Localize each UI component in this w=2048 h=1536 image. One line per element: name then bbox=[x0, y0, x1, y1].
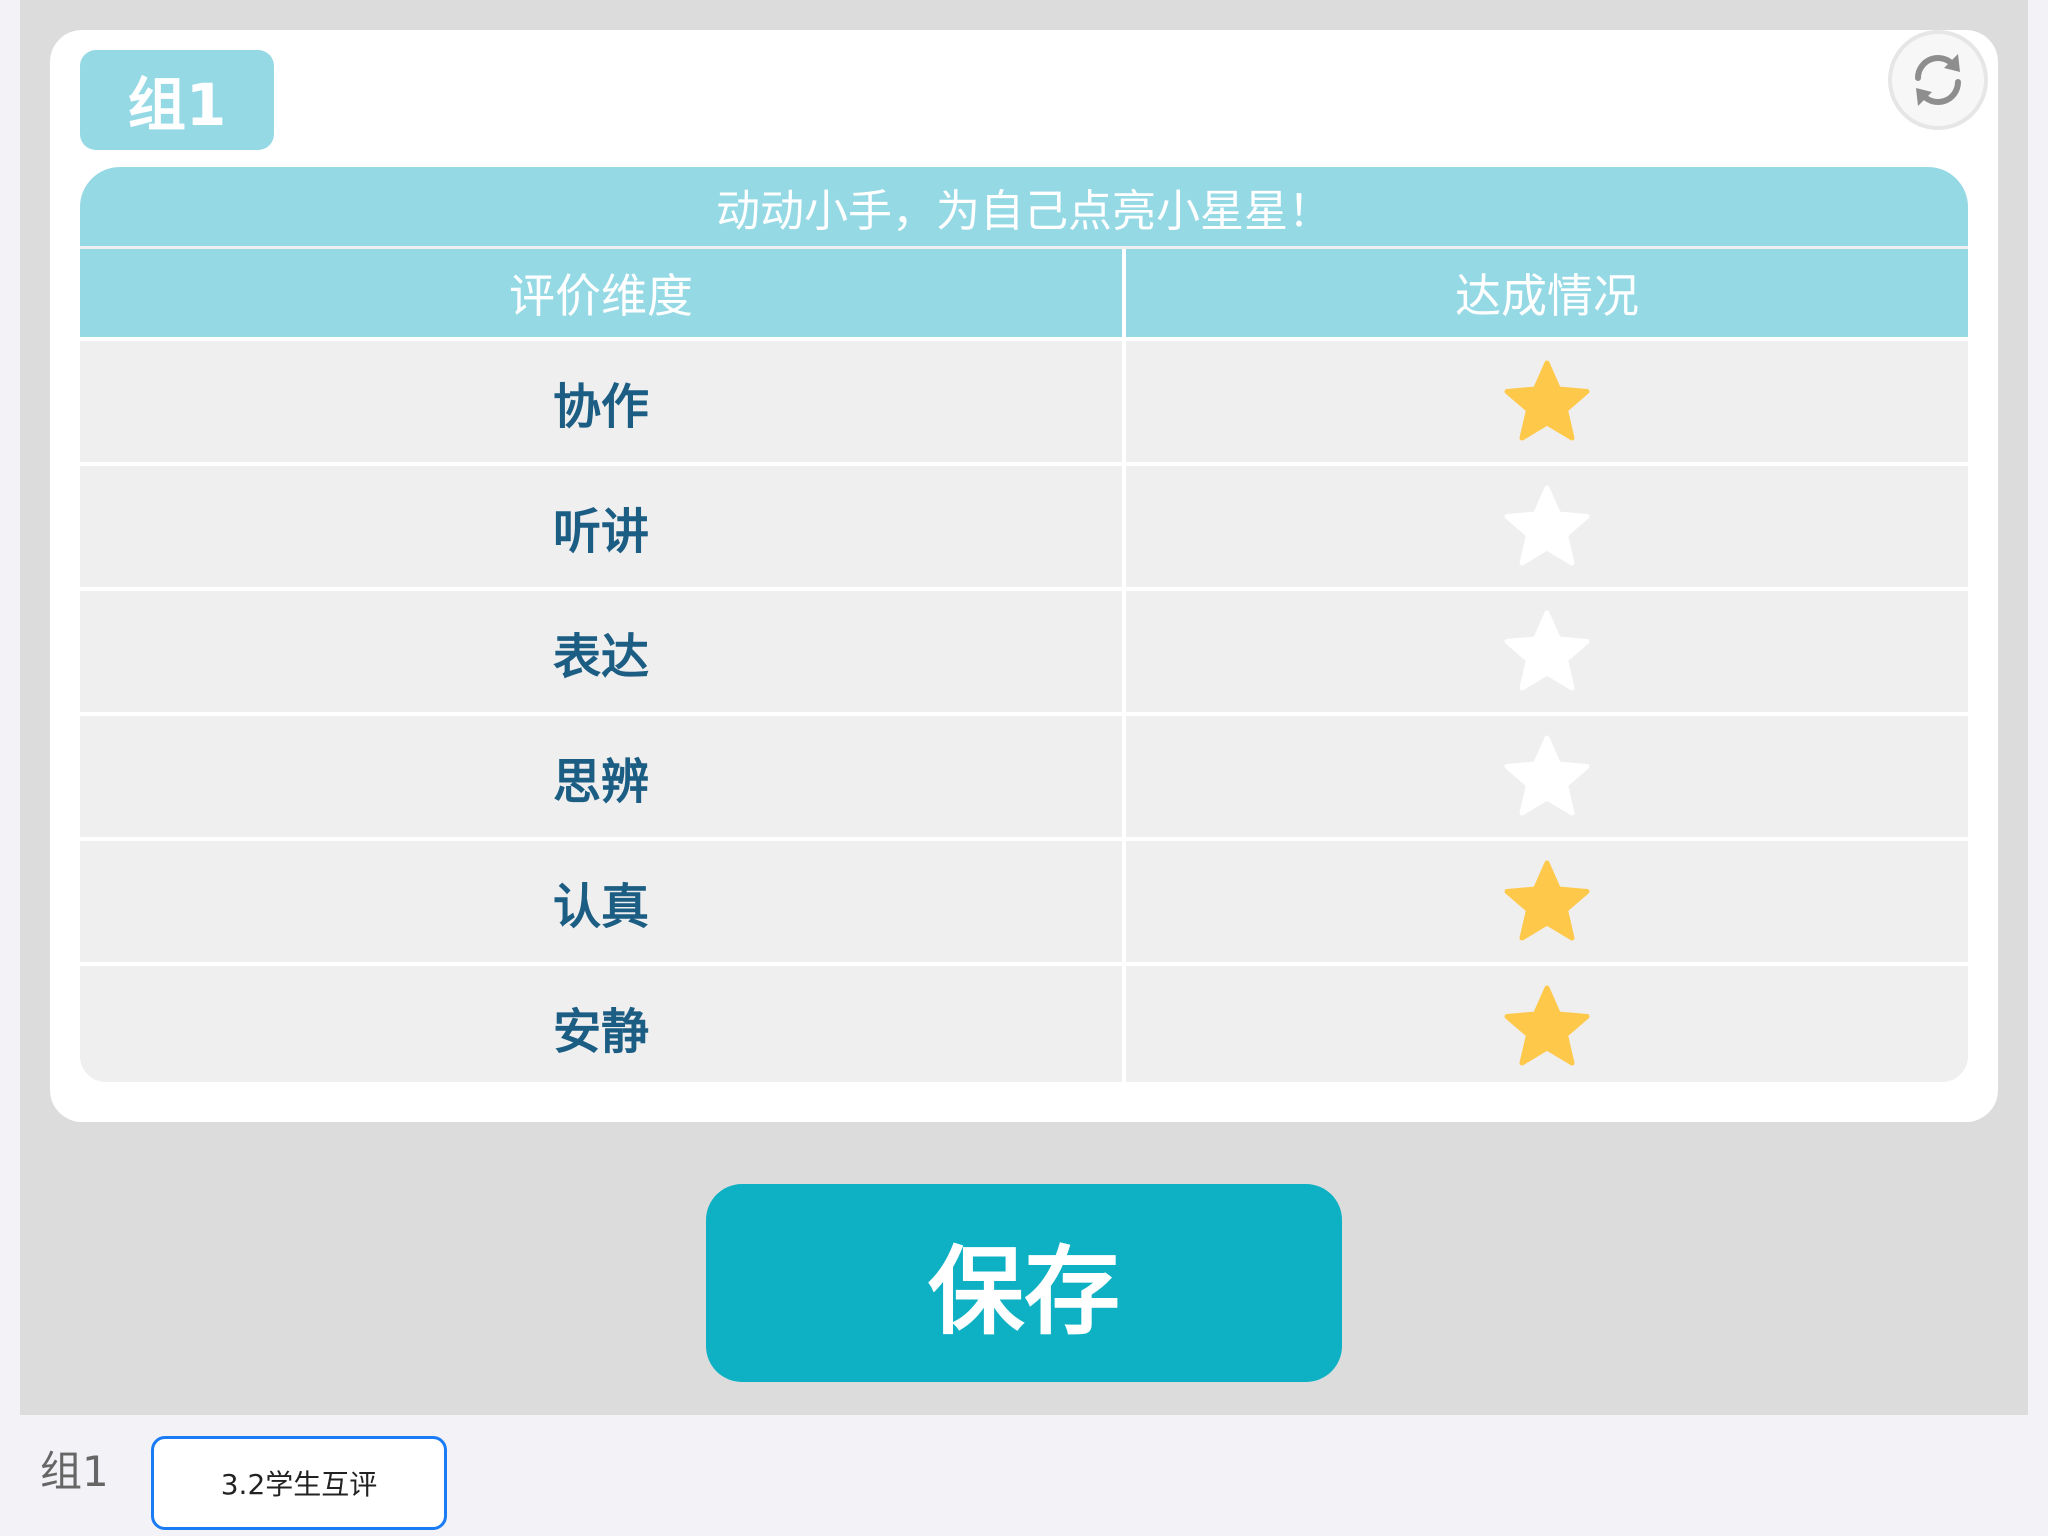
star-icon-empty bbox=[1504, 735, 1590, 815]
row-label: 听讲 bbox=[80, 466, 1126, 587]
star-toggle[interactable] bbox=[1126, 466, 1968, 587]
table-row: 认真 bbox=[80, 837, 1968, 962]
star-toggle[interactable] bbox=[1126, 841, 1968, 962]
evaluation-card: 组1 动动小手，为自己点亮小星星！ 评价维度 达成情况 协作 听讲 表达 思辨 认真 安静 bbox=[50, 30, 1998, 1122]
stage: 组1 动动小手，为自己点亮小星星！ 评价维度 达成情况 协作 听讲 表达 思辨 认真 安静… bbox=[20, 0, 2028, 1415]
evaluation-table: 动动小手，为自己点亮小星星！ 评价维度 达成情况 协作 听讲 表达 思辨 认真 安静 bbox=[80, 167, 1968, 1082]
group-tab: 组1 bbox=[80, 50, 274, 150]
table-body: 协作 听讲 表达 思辨 认真 安静 bbox=[80, 337, 1968, 1082]
row-label: 思辨 bbox=[80, 716, 1126, 837]
row-label: 安静 bbox=[80, 966, 1126, 1082]
star-toggle[interactable] bbox=[1126, 341, 1968, 462]
table-title: 动动小手，为自己点亮小星星！ bbox=[80, 167, 1968, 246]
star-toggle[interactable] bbox=[1126, 716, 1968, 837]
header-dimension: 评价维度 bbox=[80, 249, 1126, 337]
star-icon-empty bbox=[1504, 485, 1590, 565]
star-icon-filled bbox=[1504, 360, 1590, 440]
table-header-row: 评价维度 达成情况 bbox=[80, 249, 1968, 337]
star-toggle[interactable] bbox=[1126, 966, 1968, 1082]
header-status: 达成情况 bbox=[1455, 269, 1639, 323]
tab-peer-evaluation[interactable]: 3.2学生互评 bbox=[151, 1436, 447, 1530]
footer-group-label: 组1 bbox=[40, 1447, 109, 1496]
save-button[interactable]: 保存 bbox=[706, 1184, 1342, 1382]
star-toggle[interactable] bbox=[1126, 591, 1968, 712]
row-label: 认真 bbox=[80, 841, 1126, 962]
refresh-button[interactable] bbox=[1888, 30, 1988, 130]
table-row: 表达 bbox=[80, 587, 1968, 712]
table-row: 思辨 bbox=[80, 712, 1968, 837]
row-label: 协作 bbox=[80, 341, 1126, 462]
row-label: 表达 bbox=[80, 591, 1126, 712]
star-icon-empty bbox=[1504, 610, 1590, 690]
star-icon-filled bbox=[1504, 860, 1590, 940]
refresh-icon bbox=[1915, 54, 1961, 106]
star-icon-filled bbox=[1504, 985, 1590, 1065]
table-row: 听讲 bbox=[80, 462, 1968, 587]
table-row: 协作 bbox=[80, 337, 1968, 462]
table-row: 安静 bbox=[80, 962, 1968, 1082]
